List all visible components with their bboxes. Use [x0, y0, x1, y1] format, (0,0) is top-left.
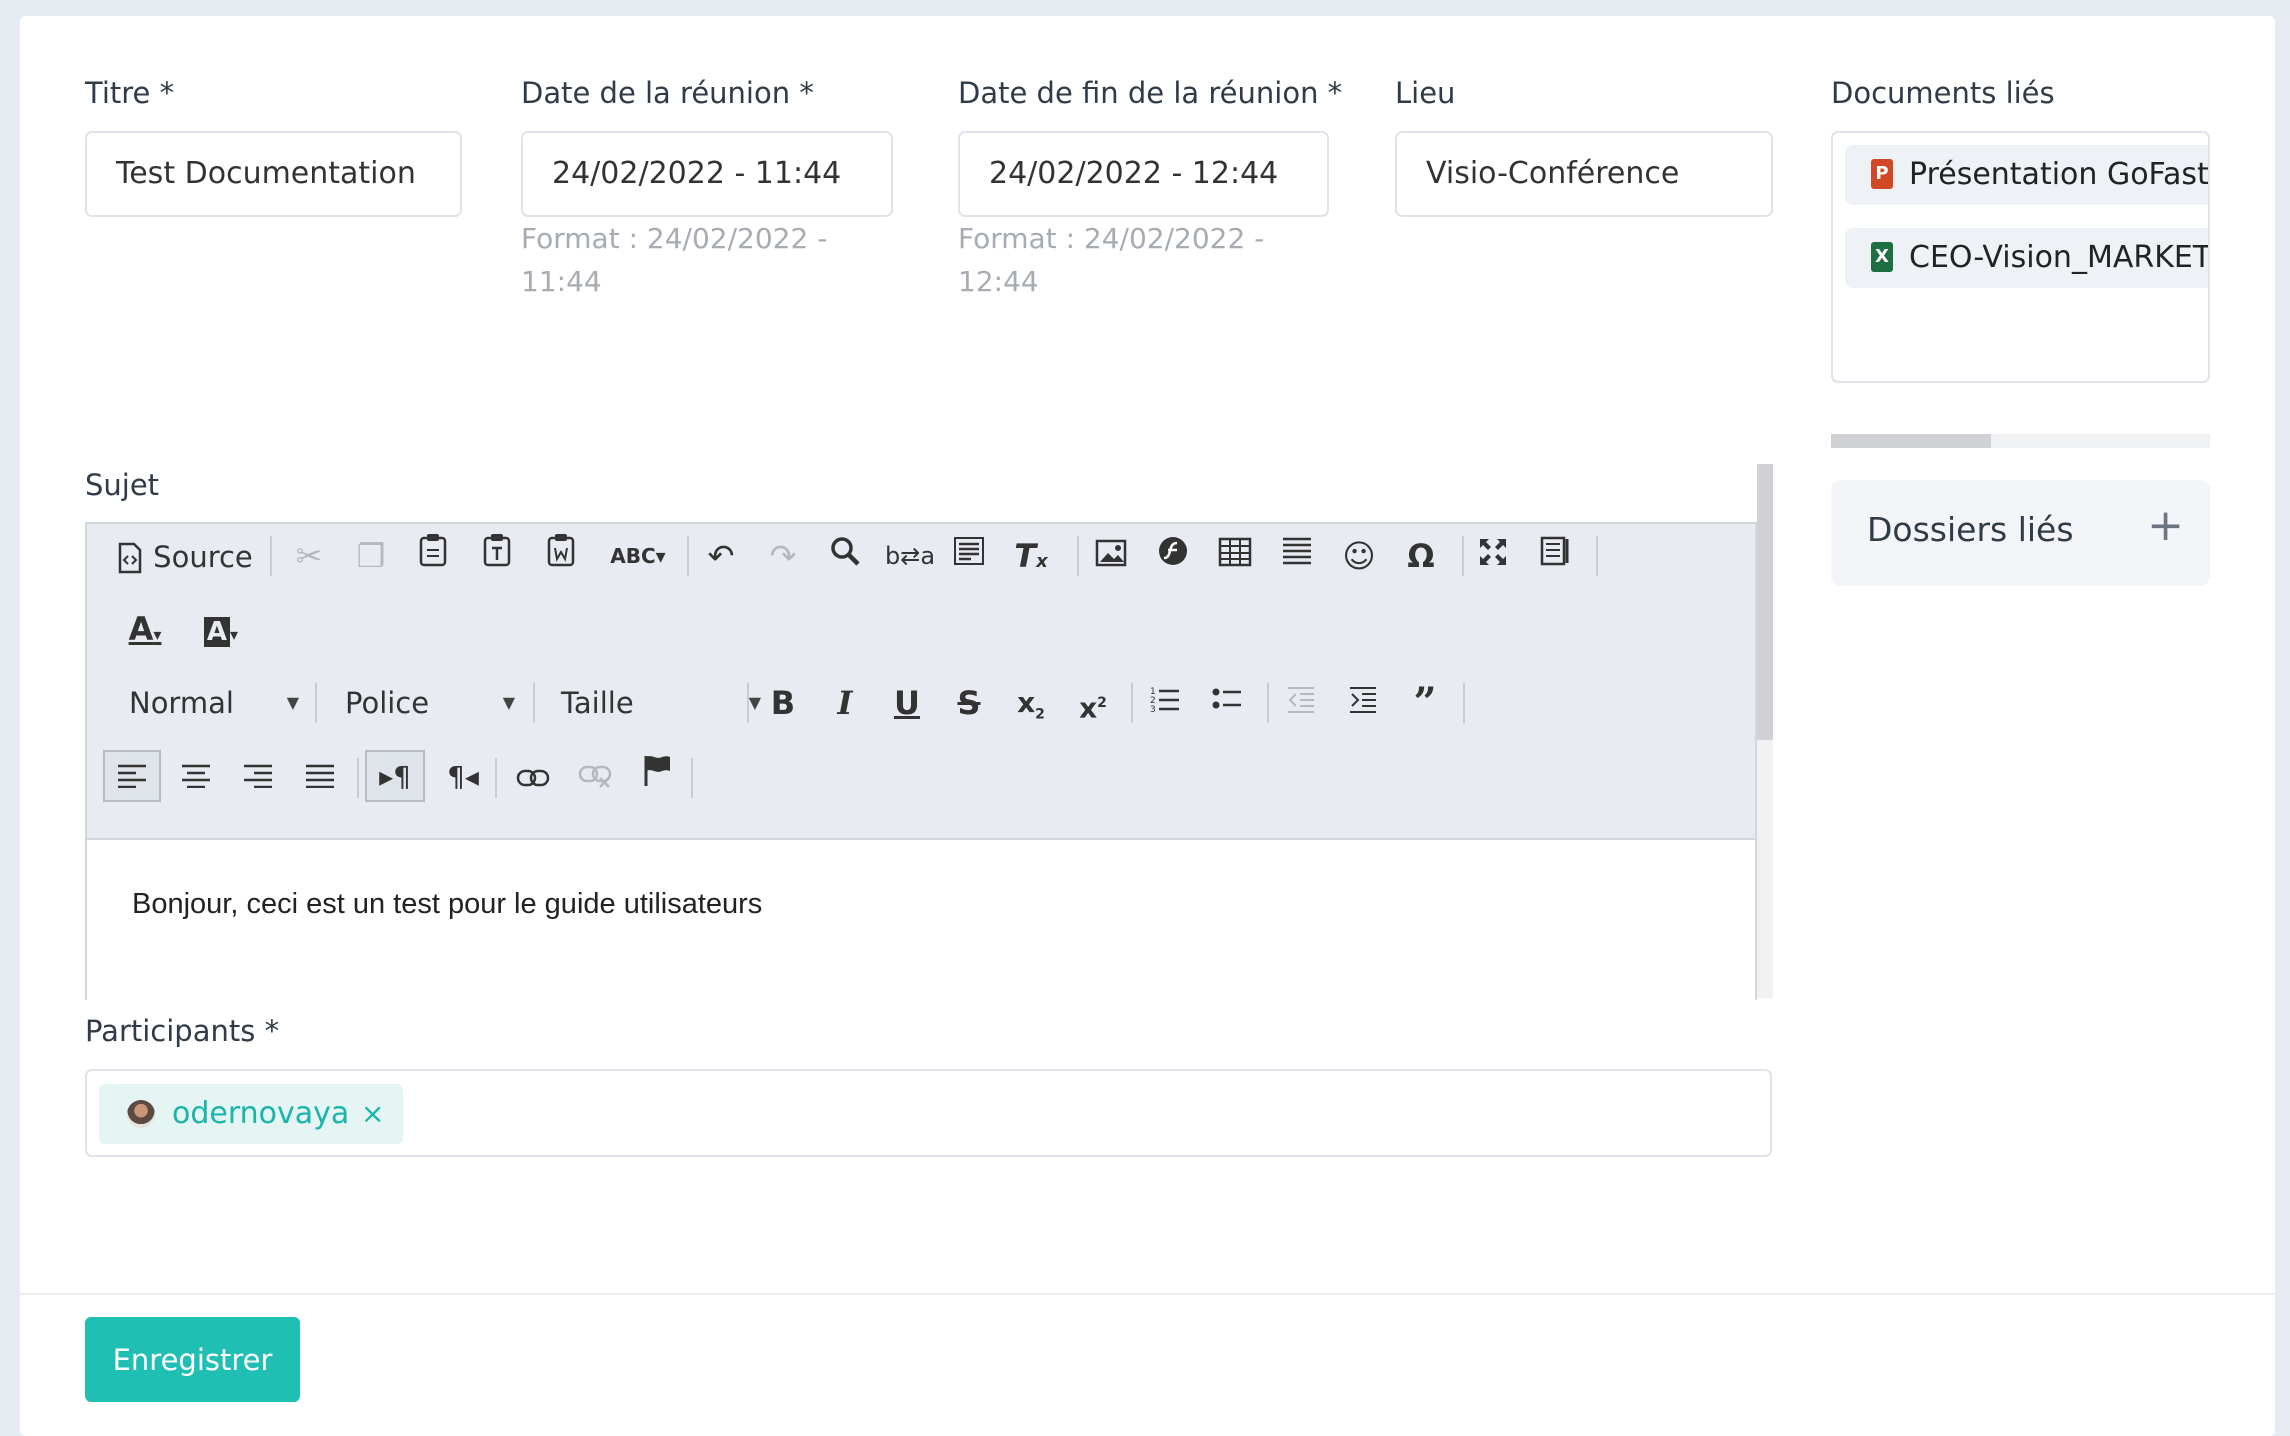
- start-date-input[interactable]: 24/02/2022 - 11:44: [521, 131, 893, 217]
- participants-label: Participants *: [85, 1014, 280, 1048]
- title-label: Titre *: [85, 76, 175, 110]
- location-input[interactable]: Visio-Conférence: [1395, 131, 1773, 217]
- maximize-icon[interactable]: [1471, 531, 1515, 581]
- table-icon[interactable]: [1213, 531, 1257, 581]
- outdent-icon[interactable]: [1279, 678, 1323, 728]
- editor-scrollbar-thumb[interactable]: [1757, 464, 1773, 740]
- format-select-value: Normal: [129, 686, 234, 720]
- source-label: Source: [153, 540, 253, 574]
- text-color-icon[interactable]: A▾: [115, 604, 175, 654]
- save-button[interactable]: Enregistrer: [85, 1317, 300, 1402]
- superscript-icon[interactable]: x2: [1071, 678, 1115, 728]
- add-folder-icon[interactable]: +: [2147, 500, 2184, 551]
- size-select-value: Taille: [561, 686, 634, 720]
- svg-text:3: 3: [1150, 705, 1156, 714]
- font-select-value: Police: [345, 686, 430, 720]
- document-name: Présentation GoFast A: [1909, 157, 2210, 192]
- location-label: Lieu: [1395, 76, 1456, 110]
- image-icon[interactable]: [1089, 531, 1133, 581]
- documents-scrollbar[interactable]: [1831, 434, 2210, 448]
- smiley-icon[interactable]: ☺: [1337, 531, 1381, 581]
- close-icon[interactable]: ×: [361, 1084, 384, 1144]
- ordered-list-icon[interactable]: 123: [1143, 678, 1187, 728]
- redo-icon[interactable]: ↷: [761, 531, 805, 581]
- font-select[interactable]: Police ▼: [345, 678, 515, 728]
- anchor-flag-icon[interactable]: [629, 750, 685, 800]
- omega-icon[interactable]: Ω: [1399, 531, 1443, 581]
- excel-file-icon: X: [1871, 242, 1893, 272]
- bullet-list-icon[interactable]: [1205, 678, 1249, 728]
- participant-chip: odernovaya ×: [99, 1084, 403, 1144]
- document-name: CEO-Vision_MARKETIN: [1909, 240, 2210, 275]
- replace-icon[interactable]: b⇄a: [885, 531, 935, 581]
- linked-folders-title: Dossiers liés: [1867, 510, 2074, 549]
- blockquote-icon[interactable]: ”: [1403, 678, 1447, 728]
- chevron-down-icon: ▼: [502, 693, 515, 712]
- document-item[interactable]: X CEO-Vision_MARKETIN: [1845, 228, 2210, 288]
- remove-format-icon[interactable]: Tx: [1009, 531, 1053, 581]
- rich-text-editor: Source ✂ ❐ ABC▾ ↶ ↷ b⇄a Tx ☺ Ω A▾ A ▾ No…: [85, 522, 1757, 1000]
- editor-content-area[interactable]: Bonjour, ceci est un test pour le guide …: [87, 840, 1755, 1000]
- documents-list: P Présentation GoFast A X CEO-Vision_MAR…: [1831, 131, 2210, 383]
- participant-name: odernovaya: [172, 1096, 350, 1131]
- start-date-hint: Format : 24/02/2022 - 11:44: [521, 222, 828, 298]
- end-date-hint: Format : 24/02/2022 - 12:44: [958, 222, 1265, 298]
- select-all-icon[interactable]: [947, 531, 991, 581]
- documents-scrollbar-thumb[interactable]: [1831, 434, 1991, 448]
- source-icon: [118, 542, 142, 574]
- ltr-icon[interactable]: ▸¶: [365, 750, 425, 802]
- powerpoint-file-icon: P: [1871, 159, 1893, 189]
- align-right-icon[interactable]: [229, 752, 287, 802]
- paste-text-icon[interactable]: [475, 531, 519, 581]
- start-date-label: Date de la réunion *: [521, 76, 814, 110]
- indent-icon[interactable]: [1341, 678, 1385, 728]
- format-select[interactable]: Normal ▼: [129, 678, 299, 728]
- subject-label: Sujet: [85, 468, 160, 502]
- participants-input[interactable]: odernovaya ×: [85, 1069, 1772, 1157]
- strikethrough-icon[interactable]: S: [947, 678, 991, 728]
- subscript-icon[interactable]: x2: [1009, 678, 1053, 728]
- documents-label: Documents liés: [1831, 76, 2055, 110]
- scissors-icon[interactable]: ✂: [287, 531, 331, 581]
- align-left-icon[interactable]: [103, 750, 161, 802]
- flash-icon[interactable]: [1151, 531, 1195, 581]
- spellcheck-icon[interactable]: ABC▾: [607, 531, 669, 581]
- background-color-icon[interactable]: A ▾: [191, 604, 251, 654]
- undo-icon[interactable]: ↶: [699, 531, 743, 581]
- title-input[interactable]: Test Documentation: [85, 131, 462, 217]
- paste-word-icon[interactable]: [539, 531, 583, 581]
- editor-text: Bonjour, ceci est un test pour le guide …: [132, 888, 763, 920]
- italic-icon[interactable]: I: [823, 678, 867, 728]
- underline-icon[interactable]: U: [885, 678, 929, 728]
- search-icon[interactable]: [823, 531, 867, 581]
- chevron-down-icon: ▼: [748, 693, 761, 712]
- end-date-label: Date de fin de la réunion *: [958, 76, 1343, 110]
- align-center-icon[interactable]: [167, 752, 225, 802]
- end-date-input[interactable]: 24/02/2022 - 12:44: [958, 131, 1329, 217]
- copy-icon[interactable]: ❐: [349, 531, 393, 581]
- chevron-down-icon: ▼: [286, 693, 299, 712]
- bold-icon[interactable]: B: [761, 678, 805, 728]
- avatar: [127, 1100, 155, 1128]
- footer-divider: [20, 1293, 2275, 1295]
- paste-icon[interactable]: [411, 531, 455, 581]
- document-item[interactable]: P Présentation GoFast A: [1845, 145, 2210, 205]
- size-select[interactable]: Taille ▼: [561, 678, 761, 728]
- linked-folders-panel: Dossiers liés +: [1831, 480, 2210, 586]
- rtl-icon[interactable]: ¶◂: [435, 752, 491, 802]
- horizontal-rule-icon[interactable]: [1275, 531, 1319, 581]
- editor-scrollbar[interactable]: [1757, 464, 1773, 998]
- editor-toolbar: Source ✂ ❐ ABC▾ ↶ ↷ b⇄a Tx ☺ Ω A▾ A ▾ No…: [87, 524, 1755, 840]
- justify-icon[interactable]: [291, 752, 349, 802]
- unlink-icon[interactable]: [567, 752, 623, 802]
- show-blocks-icon[interactable]: [1533, 531, 1577, 581]
- link-icon[interactable]: [505, 752, 561, 802]
- source-button[interactable]: Source: [117, 531, 257, 581]
